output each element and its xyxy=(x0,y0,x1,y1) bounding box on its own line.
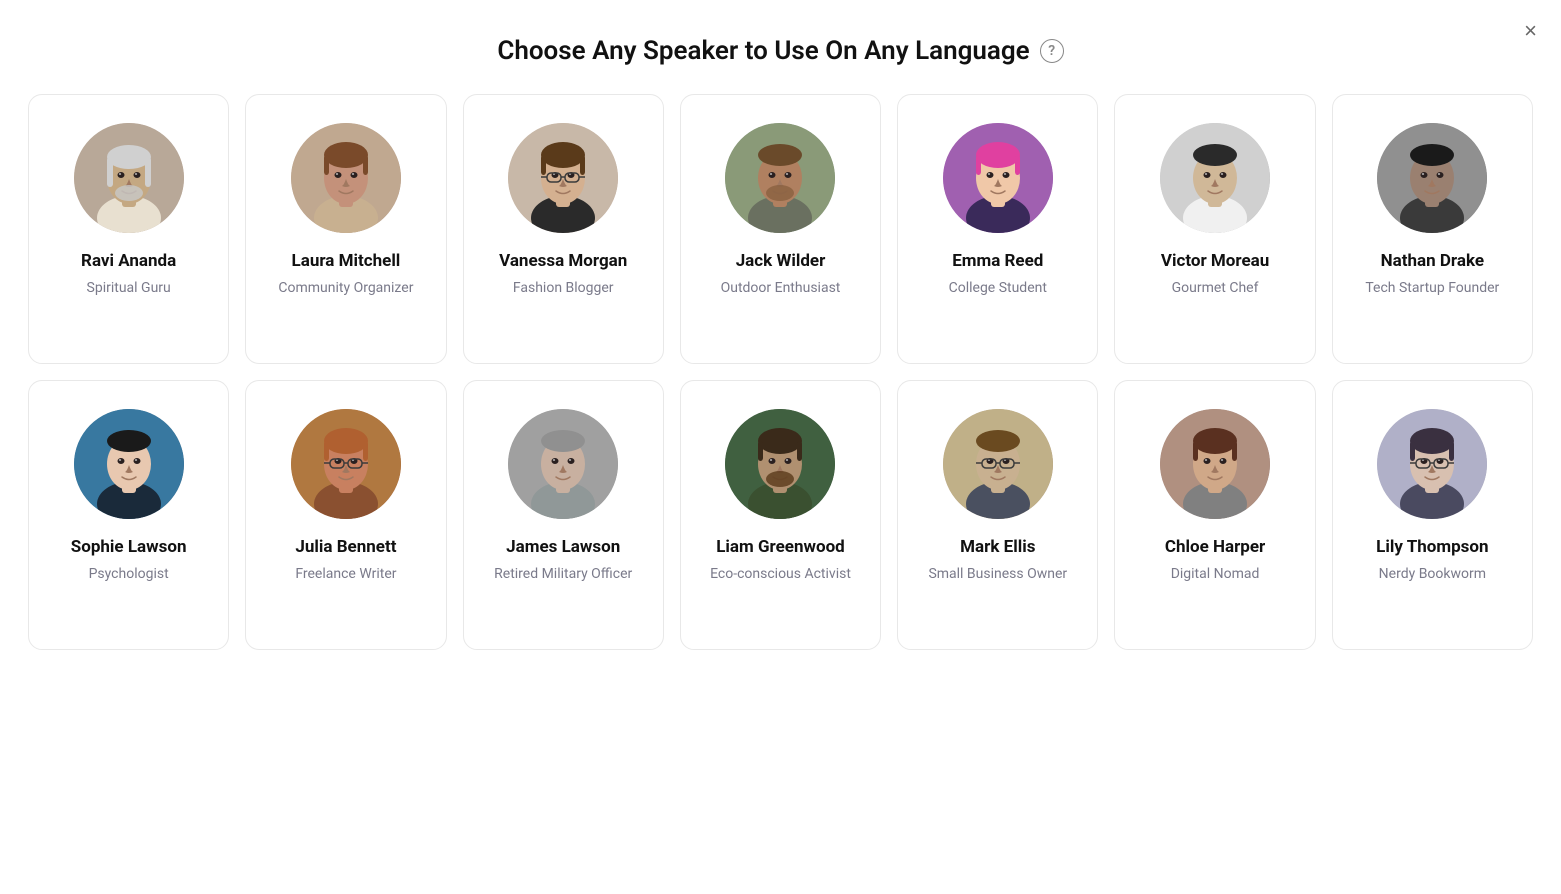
speaker-name-laura: Laura Mitchell xyxy=(292,251,401,272)
speaker-role-julia: Freelance Writer xyxy=(295,565,396,584)
speaker-name-liam: Liam Greenwood xyxy=(716,537,845,558)
speaker-role-mark: Small Business Owner xyxy=(928,565,1067,584)
speaker-role-lily: Nerdy Bookworm xyxy=(1379,565,1486,584)
avatar-ravi xyxy=(74,123,184,233)
speaker-name-vanessa: Vanessa Morgan xyxy=(499,251,627,272)
speaker-card-chloe[interactable]: Chloe Harper Digital Nomad xyxy=(1114,380,1315,650)
speaker-role-sophie: Psychologist xyxy=(89,565,169,584)
page-title: Choose Any Speaker to Use On Any Languag… xyxy=(497,36,1029,66)
speaker-role-vanessa: Fashion Blogger xyxy=(513,279,614,298)
speaker-card-liam[interactable]: Liam Greenwood Eco-conscious Activist xyxy=(680,380,881,650)
speaker-name-james: James Lawson xyxy=(506,537,620,558)
avatar-sophie xyxy=(74,409,184,519)
speaker-card-jack[interactable]: Jack Wilder Outdoor Enthusiast xyxy=(680,94,881,364)
speakers-grid: Ravi Ananda Spiritual Guru xyxy=(0,94,1561,690)
speaker-card-nathan[interactable]: Nathan Drake Tech Startup Founder xyxy=(1332,94,1533,364)
speaker-name-nathan: Nathan Drake xyxy=(1381,251,1484,272)
avatar-jack xyxy=(725,123,835,233)
speaker-name-julia: Julia Bennett xyxy=(295,537,396,558)
speaker-role-victor: Gourmet Chef xyxy=(1172,279,1259,298)
speaker-role-nathan: Tech Startup Founder xyxy=(1365,279,1499,298)
speaker-name-mark: Mark Ellis xyxy=(960,537,1035,558)
help-icon[interactable]: ? xyxy=(1040,39,1064,63)
avatar-laura xyxy=(291,123,401,233)
speaker-role-liam: Eco-conscious Activist xyxy=(710,565,851,584)
avatar-james xyxy=(508,409,618,519)
avatar-emma xyxy=(943,123,1053,233)
speaker-role-laura: Community Organizer xyxy=(278,279,413,298)
avatar-julia xyxy=(291,409,401,519)
speaker-name-sophie: Sophie Lawson xyxy=(71,537,187,558)
speaker-card-lily[interactable]: Lily Thompson Nerdy Bookworm xyxy=(1332,380,1533,650)
speaker-card-laura[interactable]: Laura Mitchell Community Organizer xyxy=(245,94,446,364)
speaker-name-victor: Victor Moreau xyxy=(1161,251,1269,272)
speaker-card-sophie[interactable]: Sophie Lawson Psychologist xyxy=(28,380,229,650)
avatar-liam xyxy=(725,409,835,519)
speaker-name-emma: Emma Reed xyxy=(952,251,1043,272)
speaker-role-james: Retired Military Officer xyxy=(494,565,632,584)
avatar-chloe xyxy=(1160,409,1270,519)
speaker-name-ravi: Ravi Ananda xyxy=(81,251,176,272)
speaker-role-chloe: Digital Nomad xyxy=(1171,565,1260,584)
speaker-card-victor[interactable]: Victor Moreau Gourmet Chef xyxy=(1114,94,1315,364)
speaker-card-emma[interactable]: Emma Reed College Student xyxy=(897,94,1098,364)
avatar-vanessa xyxy=(508,123,618,233)
avatar-lily xyxy=(1377,409,1487,519)
speaker-card-vanessa[interactable]: Vanessa Morgan Fashion Blogger xyxy=(463,94,664,364)
speaker-name-chloe: Chloe Harper xyxy=(1165,537,1265,558)
avatar-nathan xyxy=(1377,123,1487,233)
avatar-mark xyxy=(943,409,1053,519)
speaker-role-ravi: Spiritual Guru xyxy=(87,279,171,298)
speaker-name-lily: Lily Thompson xyxy=(1376,537,1488,558)
speaker-role-emma: College Student xyxy=(949,279,1047,298)
page-header: Choose Any Speaker to Use On Any Languag… xyxy=(0,0,1561,94)
speaker-card-julia[interactable]: Julia Bennett Freelance Writer xyxy=(245,380,446,650)
speaker-card-james[interactable]: James Lawson Retired Military Officer xyxy=(463,380,664,650)
speaker-card-ravi[interactable]: Ravi Ananda Spiritual Guru xyxy=(28,94,229,364)
speaker-role-jack: Outdoor Enthusiast xyxy=(721,279,841,298)
close-button[interactable]: × xyxy=(1524,20,1537,42)
speaker-card-mark[interactable]: Mark Ellis Small Business Owner xyxy=(897,380,1098,650)
avatar-victor xyxy=(1160,123,1270,233)
speaker-name-jack: Jack Wilder xyxy=(736,251,826,272)
